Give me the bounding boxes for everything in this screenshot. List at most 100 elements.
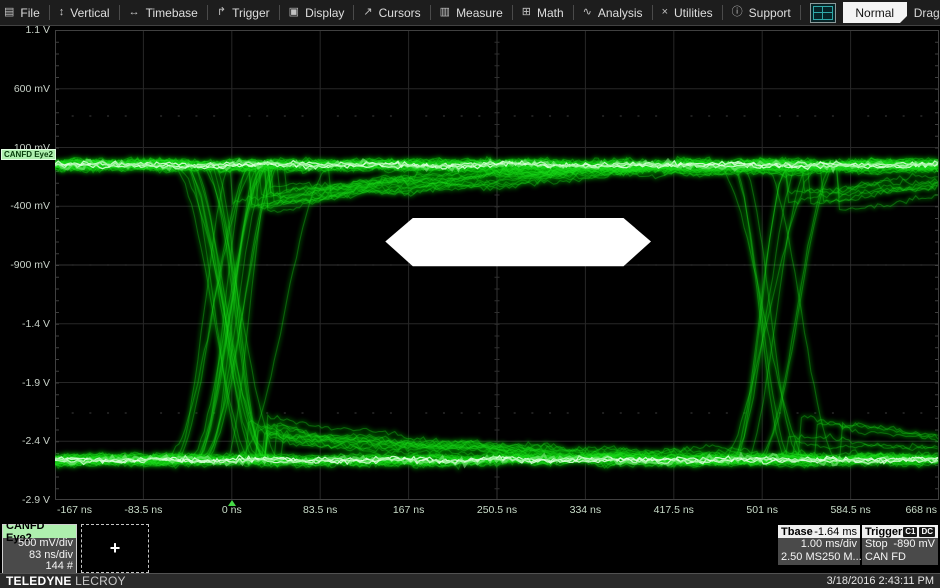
y-axis-label: -2.4 V [0,436,50,446]
y-axis-label: -2.9 V [0,495,50,505]
plus-icon: + [110,538,121,559]
menu-item-label: Cursors [379,6,421,20]
trigger-mode: Stop [865,538,888,551]
menu-item-cursors[interactable]: ↗Cursors [363,6,420,20]
add-trace-button[interactable]: + [81,524,149,573]
trigger-coupling-badge: DC [919,527,935,537]
x-axis-label: 417.5 ns [654,504,694,516]
menu-item-measure[interactable]: ▥ Measure [440,6,503,20]
graticule-area[interactable] [55,30,939,500]
timebase-rate: 250 M... [822,551,862,564]
x-axis-label: 334 ns [570,504,602,516]
menu-items: ▤ File ↕Vertical ↔ Timebase ↱ Trigger ▣ Display ↗… [4,0,810,25]
y-axis-label: 1.1 V [0,25,50,35]
trigger-source-badge: C1 [903,527,917,537]
timebase-offset: -1.64 ms [814,526,857,538]
timebase-samples: 2.50 MS [781,551,822,564]
brand-logo: TELEDYNE LECROY [6,574,126,588]
menu-right-cluster: Normal DragAc... Undo ↶ [810,1,940,25]
menu-item-label: Timebase [146,6,198,20]
menu-item-math[interactable]: ⊞ Math [522,6,564,20]
menu-item-support[interactable]: ⓘ Support [732,6,791,20]
status-footer: TELEDYNE LECROY 3/18/2016 2:43:11 PM [0,573,940,588]
menu-separator [800,5,801,20]
utilities-icon: × [662,7,668,18]
menu-item-display[interactable]: ▣ Display [289,6,345,20]
menu-bar: ▤ File ↕Vertical ↔ Timebase ↱ Trigger ▣ Display ↗… [0,0,940,26]
menu-item-label: Vertical [70,6,109,20]
menu-separator [722,5,723,20]
menu-item-label: Support [749,6,791,20]
x-axis-label: -83.5 ns [124,504,162,516]
drag-acquire-label[interactable]: DragAc... [914,6,940,20]
y-axis-label: -1.4 V [0,319,50,329]
menu-item-label: Measure [456,6,503,20]
trace-descriptor-box[interactable]: CANFD Eye2 500 mV/div 83 ns/div 144 # [2,524,77,575]
menu-item-utilities[interactable]: × Utilities [662,6,713,20]
timebase-icon: ↔ [129,7,140,18]
menu-item-analysis[interactable]: ∿ Analysis [583,6,643,20]
menu-separator [573,5,574,20]
eye-diagram-plot [55,30,939,500]
x-axis-label: -167 ns [57,504,92,516]
menu-separator [207,5,208,20]
display-mode-button[interactable] [810,3,836,23]
dropdown-fold-icon [900,16,907,23]
datetime-display: 3/18/2016 2:43:11 PM [827,575,934,587]
normal-mode-label: Normal [855,6,894,20]
x-axis-label: 250.5 ns [477,504,517,516]
timebase-descriptor-box[interactable]: Tbase -1.64 ms 1.00 ms/div 2.50 MS 250 M… [778,525,860,565]
x-axis-label: 83.5 ns [303,504,337,516]
support-icon: ⓘ [732,7,743,18]
trigger-bus-type: CAN FD [865,551,906,564]
math-icon: ⊞ [522,7,531,18]
menu-separator [652,5,653,20]
brand-teledyne: TELEDYNE [6,574,72,588]
menu-item-file[interactable]: ▤ File [4,6,40,20]
y-axis-label: -900 mV [0,260,50,270]
analysis-icon: ∿ [583,7,592,18]
trigger-descriptor-box[interactable]: Trigger C1 DC Stop -890 mV CAN FD [862,525,938,565]
y-axis-label: -400 mV [0,201,50,211]
menu-item-trigger[interactable]: ↱ Trigger [217,6,270,20]
y-axis-label: -1.9 V [0,378,50,388]
menu-item-label: Display [305,6,344,20]
x-axis-label: 501 ns [746,504,778,516]
menu-separator [279,5,280,20]
menu-item-vertical[interactable]: ↕Vertical [59,6,110,20]
eye-trace [55,158,938,457]
menu-item-label: Math [537,6,564,20]
timebase-per-div: 1.00 ms/div [801,538,857,551]
trigger-icon: ↱ [217,7,226,18]
menu-item-label: Trigger [232,6,270,20]
file-icon: ▤ [4,7,14,18]
normal-mode-dropdown[interactable]: Normal [843,2,907,23]
trace-level-badge[interactable]: CANFD Eye2 [1,149,56,160]
menu-separator [512,5,513,20]
trigger-time-marker-icon[interactable] [228,500,236,506]
menu-item-label: File [20,6,39,20]
scope-grid-icon [813,6,833,20]
eye-mask [385,218,651,266]
menu-item-label: Utilities [674,6,713,20]
menu-item-label: Analysis [598,6,643,20]
x-axis-label: 668 ns [905,504,937,516]
menu-separator [353,5,354,20]
y-axis-label: 600 mV [0,84,50,94]
vertical-scale-value: 500 mV/div [18,538,73,550]
trigger-title: Trigger [865,526,902,538]
eye-trace [55,158,938,457]
sweep-count-value: 144 # [45,561,73,573]
menu-item-timebase[interactable]: ↔ Timebase [129,6,198,20]
x-axis-label: 584.5 ns [830,504,870,516]
menu-separator [49,5,50,20]
timebase-title: Tbase [781,526,813,538]
menu-separator [119,5,120,20]
measure-icon: ▥ [440,7,450,18]
display-icon: ▣ [289,7,299,18]
menu-separator [430,5,431,20]
oscilloscope-app: ▤ File ↕Vertical ↔ Timebase ↱ Trigger ▣ Display ↗… [0,0,940,588]
x-axis-label: 167 ns [393,504,425,516]
trigger-level: -890 mV [893,538,935,551]
brand-lecroy: LECROY [75,574,126,588]
